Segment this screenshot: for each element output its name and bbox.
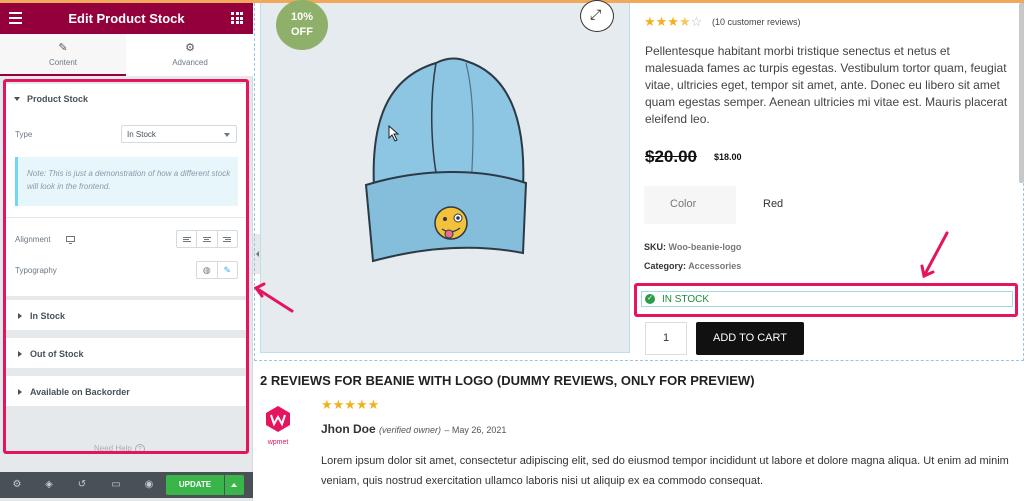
screen: Edit Product Stock ✎ Content ⚙ Advanced … (0, 0, 1024, 501)
annotation-arrows (253, 231, 949, 313)
